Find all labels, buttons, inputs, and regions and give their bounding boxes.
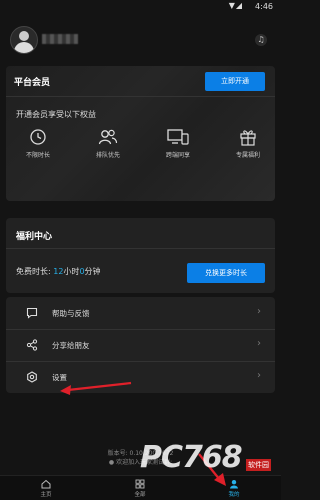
profile-icon — [230, 480, 238, 489]
menu-item-label: 分享给朋友 — [52, 341, 90, 350]
grid-icon — [135, 479, 145, 489]
username-blurred — [42, 34, 78, 44]
bottom-nav: 主页 全部 我的 — [0, 475, 281, 500]
nav-profile[interactable]: 我的 — [214, 479, 254, 498]
vip-card: 平台会员 立即开通 开通会员享受以下权益 不限时长 排队优先 跨端同享 专属福利 — [6, 66, 275, 201]
status-bar: ▼◢ 4:46 — [0, 0, 281, 14]
nav-label: 全部 — [134, 492, 146, 498]
status-time: 4:46 — [255, 2, 273, 11]
vip-header: 平台会员 立即开通 — [6, 66, 275, 97]
watermark-logo: PC768 — [140, 440, 243, 475]
welfare-title: 福利中心 — [16, 232, 53, 242]
nav-label: 主页 — [40, 492, 52, 498]
menu-item-share[interactable]: 分享给朋友 › — [6, 329, 275, 362]
chevron-right-icon: › — [257, 370, 261, 381]
devices-icon — [167, 129, 189, 145]
exchange-time-button[interactable]: 兑换更多时长 — [187, 263, 265, 283]
bell-icon[interactable]: ♫ — [255, 34, 267, 46]
vip-subtitle: 开通会员享受以下权益 — [16, 110, 96, 119]
welfare-card: 福利中心 免费时长: 12小时0分钟 兑换更多时长 — [6, 218, 275, 293]
nav-label: 我的 — [228, 492, 240, 498]
benefit-priority[interactable]: 排队优先 — [78, 128, 138, 159]
chevron-right-icon: › — [257, 306, 261, 317]
feedback-icon — [26, 307, 38, 319]
menu-item-label: 帮助与反馈 — [52, 309, 90, 318]
menu-item-label: 设置 — [52, 373, 67, 382]
hours-unit: 小时 — [63, 267, 80, 276]
clock-icon — [30, 129, 46, 145]
open-vip-button[interactable]: 立即开通 — [205, 72, 265, 91]
qq-icon: ● — [108, 459, 115, 466]
watermark-tag: 软件园 — [246, 459, 271, 471]
divider — [6, 248, 275, 249]
vip-title: 平台会员 — [14, 78, 51, 88]
profile-header: ♫ — [0, 14, 281, 66]
free-time-label: 免费时长: — [16, 267, 51, 276]
menu-item-feedback[interactable]: 帮助与反馈 › — [6, 297, 275, 330]
benefit-gift[interactable]: 专属福利 — [218, 128, 275, 159]
users-icon — [98, 129, 118, 145]
benefit-label: 不限时长 — [25, 152, 50, 159]
home-icon — [41, 479, 51, 489]
share-icon — [26, 339, 38, 351]
benefits-row: 不限时长 排队优先 跨端同享 专属福利 — [6, 128, 275, 188]
benefit-label: 排队优先 — [95, 152, 120, 159]
benefit-crossdevice[interactable]: 跨端同享 — [148, 128, 208, 159]
benefit-unlimited[interactable]: 不限时长 — [8, 128, 68, 159]
free-hours: 12 — [53, 267, 64, 276]
nav-home[interactable]: 主页 — [26, 479, 66, 498]
gift-icon — [240, 130, 256, 146]
free-time-text: 免费时长: 12小时0分钟 — [16, 266, 101, 277]
benefit-label: 专属福利 — [235, 152, 260, 159]
chevron-right-icon: › — [257, 338, 261, 349]
benefit-label: 跨端同享 — [165, 152, 190, 159]
avatar[interactable] — [10, 26, 38, 54]
nav-all[interactable]: 全部 — [120, 479, 160, 498]
menu-list: 帮助与反馈 › 分享给朋友 › 设置 › — [6, 297, 275, 393]
settings-icon — [27, 371, 37, 383]
minutes-unit: 分钟 — [84, 267, 101, 276]
signal-icons: ▼◢ — [228, 1, 243, 10]
menu-item-settings[interactable]: 设置 › — [6, 361, 275, 393]
